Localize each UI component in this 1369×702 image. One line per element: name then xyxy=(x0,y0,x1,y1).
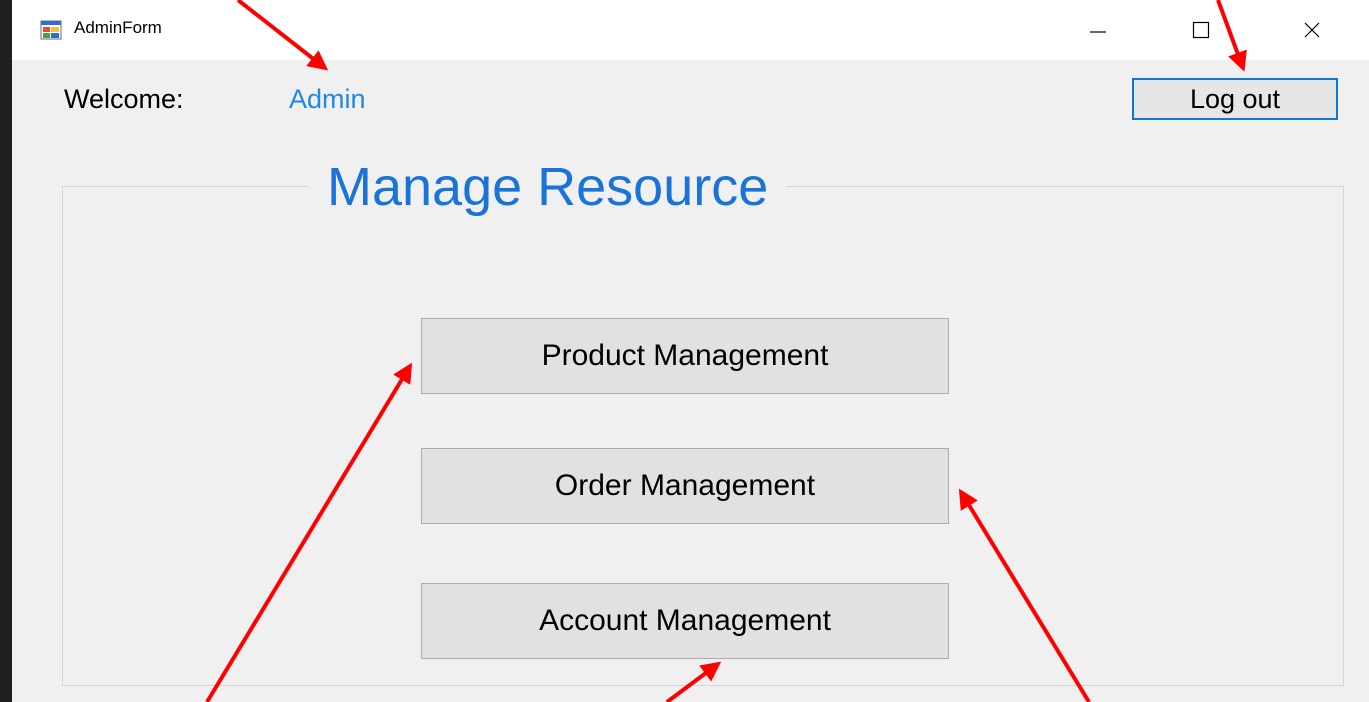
title-bar[interactable]: AdminForm xyxy=(12,0,1369,60)
admin-form-window: AdminForm Welcome: Admin Log out Manage … xyxy=(12,0,1369,702)
order-management-button[interactable]: Order Management xyxy=(421,448,949,524)
logout-button[interactable]: Log out xyxy=(1132,78,1338,120)
maximize-button[interactable] xyxy=(1169,0,1233,60)
welcome-label: Welcome: xyxy=(64,84,184,114)
app-form-icon xyxy=(40,20,62,40)
user-name-label: Admin xyxy=(289,84,366,114)
window-title: AdminForm xyxy=(74,18,162,37)
account-management-button[interactable]: Account Management xyxy=(421,583,949,659)
group-title: Manage Resource xyxy=(309,153,787,221)
close-button[interactable] xyxy=(1280,0,1344,60)
maximize-icon xyxy=(1192,21,1210,39)
product-management-button[interactable]: Product Management xyxy=(421,318,949,394)
minimize-button[interactable] xyxy=(1066,0,1130,60)
minimize-icon xyxy=(1090,31,1106,33)
close-icon xyxy=(1304,22,1320,38)
manage-resource-group: Manage Resource Product Management Order… xyxy=(62,153,1344,686)
desktop-edge xyxy=(0,0,12,702)
